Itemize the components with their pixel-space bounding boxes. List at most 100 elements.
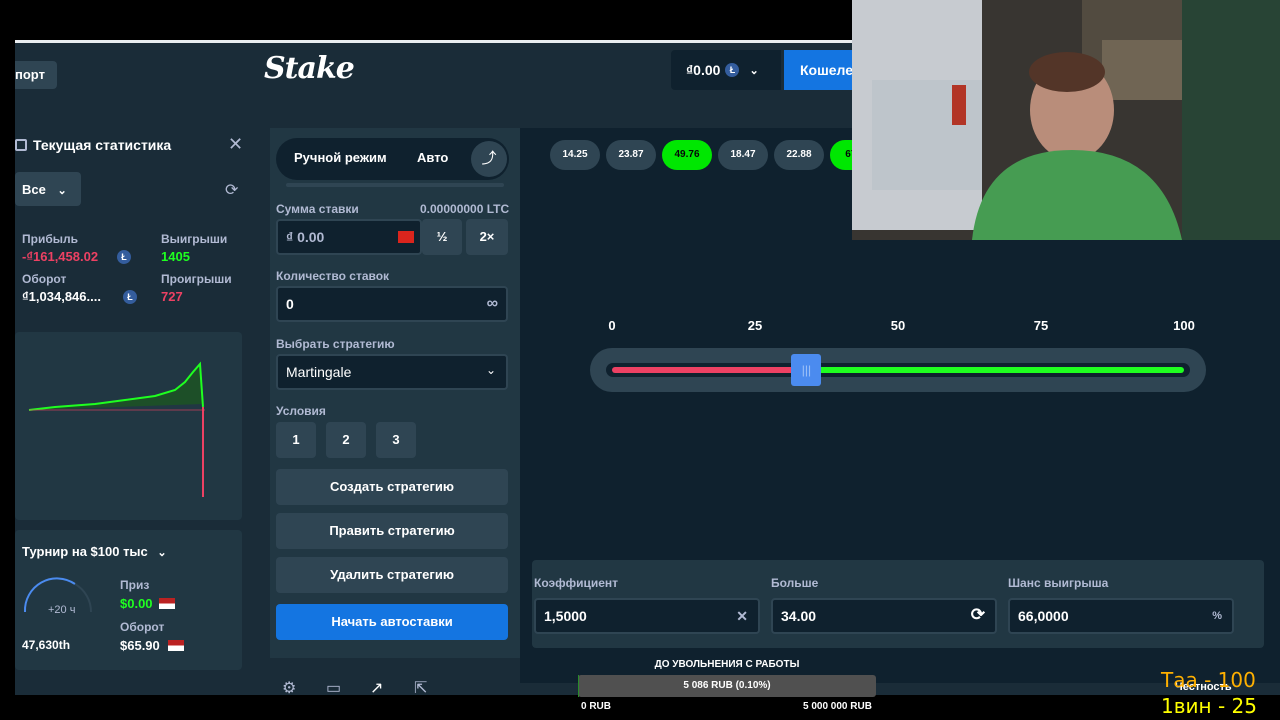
condition-1-button[interactable]: 1: [276, 422, 316, 458]
stake-logo[interactable]: Stake: [264, 51, 355, 86]
tournament-title: Турнир на $100 тыс: [22, 544, 148, 559]
goal-max-label: 5 000 000 RUB: [803, 701, 872, 712]
goal-progress-fill: [578, 675, 579, 697]
stats-card: Прибыль -₫161,458.02 Ł Оборот ₫1,034,846…: [15, 220, 243, 330]
prize-label: Приз: [120, 578, 150, 592]
sport-tab-label: порт: [15, 67, 45, 82]
goal-progress-text: 5 086 RUB (0.10%): [683, 680, 771, 691]
overlay-text-1: Таа - 100: [1161, 668, 1256, 692]
slider-tick-label: 100: [1173, 318, 1195, 333]
delete-strategy-button[interactable]: Удалить стратегию: [276, 557, 508, 593]
infinity-icon[interactable]: ∞: [487, 295, 498, 313]
slider-thumb[interactable]: |||: [791, 354, 822, 386]
over-value: 34.00: [781, 608, 817, 624]
percent-icon: %: [1212, 610, 1222, 622]
tournament-timer: +20 ч: [48, 604, 76, 616]
strategy-select[interactable]: Martingale ⌄: [276, 354, 508, 390]
stats-filter-select[interactable]: Все ⌄: [15, 172, 81, 206]
stats-title: Текущая статистика: [33, 137, 172, 153]
webcam-overlay: [852, 0, 1280, 240]
chance-value: 66,0000: [1018, 608, 1069, 624]
bet-count-label: Количество ставок: [276, 269, 390, 283]
condition-2-button[interactable]: 2: [326, 422, 366, 458]
clear-icon[interactable]: ✕: [736, 608, 748, 625]
sport-tab[interactable]: порт: [15, 61, 57, 89]
slider-tick-label: 0: [608, 318, 616, 333]
wins-label: Выигрыши: [161, 232, 228, 246]
chance-label: Шанс выигрыша: [1008, 576, 1109, 590]
result-chip[interactable]: 49.76: [662, 140, 712, 170]
dice-slider[interactable]: |||: [590, 348, 1206, 392]
live-stats-panel: Текущая статистика ✕ Все ⌄ ⟳ Прибыль -₫1…: [15, 128, 269, 683]
under-bar: [612, 367, 807, 373]
goal-min-label: 0 RUB: [581, 701, 612, 712]
us-flag-icon: [168, 640, 184, 651]
tournament-title-row[interactable]: Турнир на $100 тыс ⌄: [22, 544, 167, 559]
start-autobet-button[interactable]: Начать автоставки: [276, 604, 508, 640]
chevron-down-icon: ⌄: [485, 363, 496, 377]
stats-header: Текущая статистика: [15, 128, 255, 162]
goal-progress-bar: 5 086 RUB (0.10%): [578, 675, 876, 697]
over-input[interactable]: 34.00 ⟳: [771, 598, 997, 634]
chevron-down-icon: ⌄: [749, 64, 759, 77]
profit-value: -₫161,458.02: [22, 249, 99, 264]
bet-params-panel: Коэффициент 1,5000 ✕ Больше 34.00 ⟳ Шанс…: [532, 560, 1264, 648]
bet-count-input[interactable]: 0 ∞: [276, 286, 508, 322]
turnover-value: $65.90: [120, 638, 160, 653]
over-bar: [806, 367, 1184, 373]
multiplier-value: 1,5000: [544, 608, 587, 624]
multiplier-input[interactable]: 1,5000 ✕: [534, 598, 760, 634]
swap-icon[interactable]: ⟳: [971, 605, 985, 625]
popout-icon[interactable]: ⇱: [414, 678, 427, 695]
edit-strategy-button[interactable]: Править стратегию: [276, 513, 508, 549]
litecoin-icon: Ł: [117, 250, 131, 264]
create-strategy-button[interactable]: Создать стратегию: [276, 469, 508, 505]
chevron-down-icon: ⌄: [157, 547, 167, 559]
strategy-mode-icon[interactable]: ⤴: [471, 141, 507, 177]
stats-filter-value: Все: [22, 182, 46, 197]
chevron-down-icon: ⌄: [57, 185, 67, 197]
footer-icons: ⚙ ▭ ↗ ⇱: [270, 668, 520, 695]
slider-tick-label: 50: [890, 318, 906, 333]
balance-selector[interactable]: ₫0.00 Ł ⌄: [671, 50, 781, 90]
half-bet-button[interactable]: ½: [422, 219, 462, 255]
settings-icon[interactable]: ⚙: [282, 678, 296, 695]
losses-label: Проигрыши: [161, 272, 232, 286]
wagered-value: ₫1,034,846....: [22, 289, 101, 304]
double-bet-button[interactable]: 2×: [466, 219, 508, 255]
vietnam-flag-icon: [398, 231, 414, 243]
losses-value: 727: [161, 289, 183, 304]
tournament-box: Турнир на $100 тыс ⌄ +20 ч 47,630th Приз…: [15, 530, 242, 670]
profit-chart: [15, 332, 242, 520]
result-chip[interactable]: 22.88: [774, 140, 824, 170]
result-chip[interactable]: 23.87: [606, 140, 656, 170]
tabs-scrollbar[interactable]: [286, 183, 504, 187]
tab-manual[interactable]: Ручной режим: [294, 150, 387, 165]
tab-auto[interactable]: Авто: [417, 150, 448, 165]
bet-controls: Ручной режим Авто ⤴ Сумма ставки 0.00000…: [270, 128, 520, 658]
us-flag-icon: [159, 598, 175, 609]
webcam-image: [852, 0, 1280, 240]
bet-count-value: 0: [286, 296, 294, 312]
conditions-label: Условия: [276, 404, 326, 418]
slider-tick-label: 25: [747, 318, 763, 333]
condition-3-button[interactable]: 3: [376, 422, 416, 458]
multiplier-label: Коэффициент: [534, 576, 619, 590]
result-chip[interactable]: 14.25: [550, 140, 600, 170]
overlay-text-2: 1вин - 25: [1161, 694, 1257, 718]
strategy-label: Выбрать стратегию: [276, 337, 395, 351]
mode-tabs: Ручной режим Авто ⤴: [276, 138, 509, 180]
refresh-icon[interactable]: ⟳: [225, 180, 238, 200]
profit-chart-svg: [28, 361, 205, 497]
result-chip[interactable]: 18.47: [718, 140, 768, 170]
live-stats-icon[interactable]: ↗: [370, 678, 383, 695]
goal-title: ДО УВОЛЬНЕНИЯ С РАБОТЫ: [654, 659, 800, 670]
chance-input[interactable]: 66,0000 %: [1008, 598, 1234, 634]
profit-label: Прибыль: [22, 232, 78, 246]
close-icon[interactable]: ✕: [228, 134, 243, 155]
profit-area: [29, 364, 203, 410]
theatre-icon[interactable]: ▭: [326, 678, 341, 695]
strategy-value: Martingale: [286, 364, 352, 380]
wagered-label: Оборот: [22, 272, 67, 286]
bet-converted: 0.00000000 LTC: [420, 202, 510, 216]
